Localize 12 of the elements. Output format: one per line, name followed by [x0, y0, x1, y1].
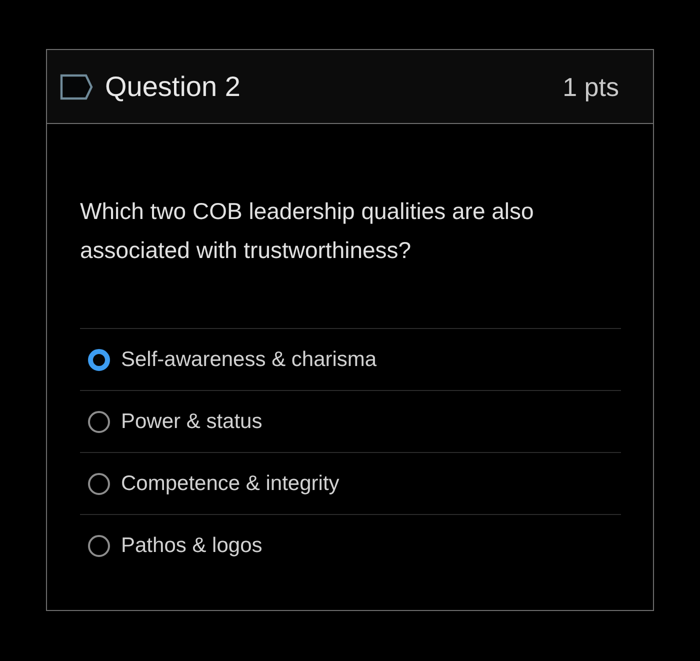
- answer-label: Competence & integrity: [121, 473, 340, 494]
- radio-button[interactable]: [88, 410, 110, 432]
- question-text: Which two COB leadership qualities are also associated with trustworthiness?: [80, 197, 535, 265]
- flag-icon[interactable]: [60, 74, 93, 100]
- question-title: Question 2: [105, 72, 240, 100]
- points-label: 1 pts: [562, 74, 619, 100]
- radio-button[interactable]: [88, 534, 110, 556]
- answer-label: Power & status: [121, 411, 262, 432]
- answer-label: Pathos & logos: [121, 535, 262, 556]
- answer-label: Self-awareness & charisma: [121, 349, 377, 370]
- radio-button[interactable]: [88, 348, 110, 370]
- radio-button[interactable]: [88, 472, 110, 494]
